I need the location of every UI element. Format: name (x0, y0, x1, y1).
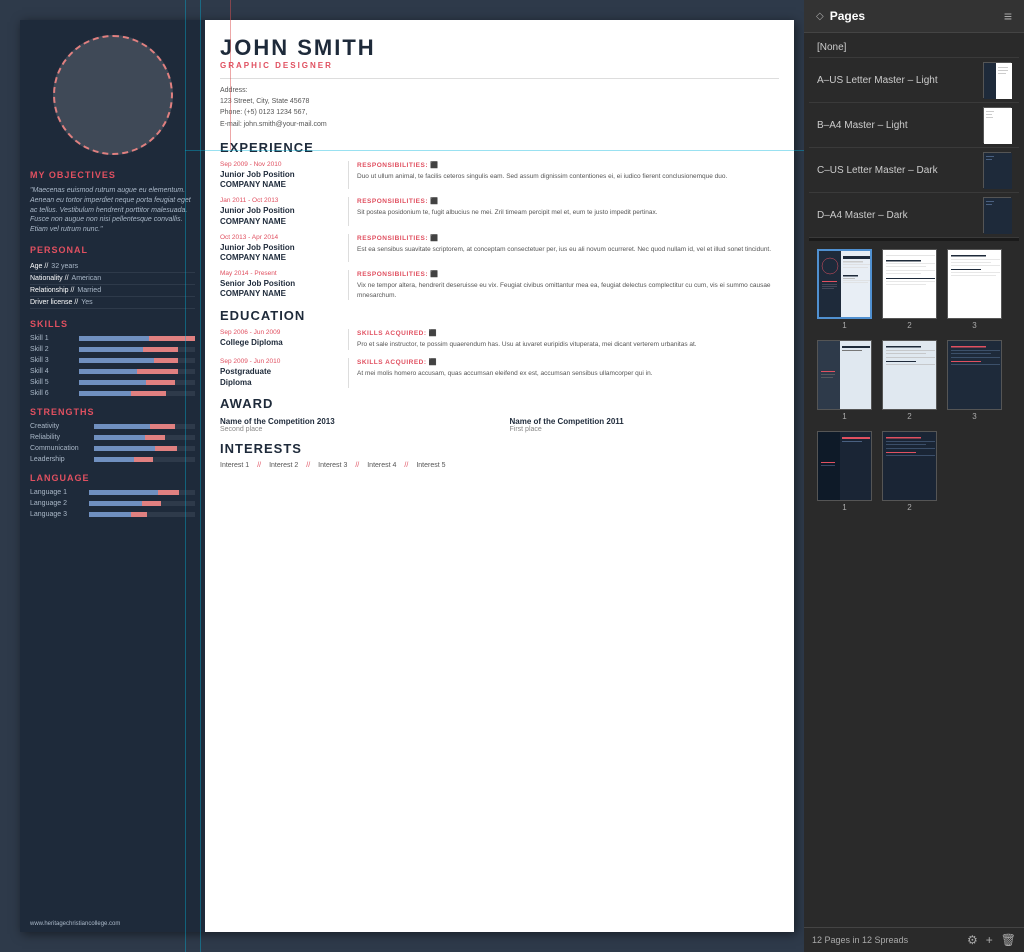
contact-info: Address: 123 Street, City, State 45678 P… (220, 78, 779, 130)
pages-count: 12 Pages in 12 Spreads (812, 935, 908, 945)
bottom-icons: ⚙ + 🗑 (967, 933, 1016, 947)
resume-main: JOHN SMITH GRAPHIC DESIGNER Address: 123… (205, 20, 794, 932)
thumb-d-dark (983, 197, 1011, 233)
page-thumb-5[interactable] (882, 340, 937, 410)
resume-area: MY OBJECTIVES "Maecenas euismod rutrum a… (0, 0, 804, 952)
master-page-d-dark[interactable]: D–A4 Master – Dark (809, 193, 1019, 238)
language-3: Language 3 (30, 511, 195, 518)
thumb-a-light (983, 62, 1011, 98)
resume-job-title: GRAPHIC DESIGNER (220, 61, 779, 70)
page-thumb-3[interactable] (947, 249, 1002, 319)
page-thumb-4[interactable] (817, 340, 872, 410)
page-thumb-col-1: 1 (817, 249, 872, 330)
delete-page-icon[interactable]: 🗑 (1001, 933, 1016, 947)
edu-entry-1: Sep 2006 - Jun 2009 College Diploma SKIL… (220, 329, 779, 350)
edu-entry-2: Sep 2009 - Jun 2010 PostgraduateDiploma … (220, 358, 779, 388)
exp-entry-4: May 2014 - Present Senior Job Position C… (220, 270, 779, 301)
skill-4: Skill 4 (30, 368, 195, 375)
page-thumb-col-6: 3 (947, 340, 1002, 421)
page-thumb-col-5: 2 (882, 340, 937, 421)
objectives-text: "Maecenas euismod rutrum augue eu elemen… (30, 186, 195, 235)
add-page-icon[interactable]: + (986, 933, 993, 947)
page-thumb-6[interactable] (947, 340, 1002, 410)
skills-title: SKILLS (30, 319, 195, 329)
strength-communication: Communication (30, 445, 195, 452)
experience-title: EXPERIENCE (220, 140, 779, 155)
pages-scroll-area[interactable]: [None] A–US Letter Master – Light B–A4 M… (804, 33, 1024, 927)
page-thumb-8[interactable] (882, 431, 937, 501)
personal-title: PERSONAL (30, 245, 195, 255)
master-page-b-light[interactable]: B–A4 Master – Light (809, 103, 1019, 148)
resume-page: MY OBJECTIVES "Maecenas euismod rutrum a… (20, 20, 794, 932)
personal-relationship: Relationship // Married (30, 285, 195, 297)
page-thumb-num-1: 1 (842, 321, 846, 330)
resume-sidebar: MY OBJECTIVES "Maecenas euismod rutrum a… (20, 20, 205, 932)
pages-bottom-bar: 12 Pages in 12 Spreads ⚙ + 🗑 (804, 927, 1024, 952)
language-1: Language 1 (30, 489, 195, 496)
page-option-none[interactable]: [None] (809, 38, 1019, 58)
strength-creativity: Creativity (30, 423, 195, 430)
award-item-1: Name of the Competition 2013 Second plac… (220, 417, 490, 433)
pages-arrow-icon: ◇ (816, 11, 824, 22)
master-page-c-dark[interactable]: C–US Letter Master – Dark (809, 148, 1019, 193)
page-thumb-num-7: 1 (842, 503, 846, 512)
page-thumb-7[interactable] (817, 431, 872, 501)
interests-row: Interest 1 // Interest 2 // Interest 3 /… (220, 462, 779, 469)
education-title: EDUCATION (220, 308, 779, 323)
interests-title: INTERESTS (220, 441, 779, 456)
objectives-title: MY OBJECTIVES (30, 170, 195, 180)
skill-3: Skill 3 (30, 357, 195, 364)
skill-2: Skill 2 (30, 346, 195, 353)
photo-placeholder (53, 35, 173, 155)
app-container: MY OBJECTIVES "Maecenas euismod rutrum a… (0, 0, 1024, 952)
personal-driver: Driver license // Yes (30, 297, 195, 309)
page-thumb-1[interactable] (817, 249, 872, 319)
page-thumb-num-5: 2 (907, 412, 911, 421)
website: www.heritagechristiancollege.com (30, 921, 120, 927)
resume-name: JOHN SMITH (220, 35, 779, 61)
language-title: LANGUAGE (30, 473, 195, 483)
page-thumb-num-8: 2 (907, 503, 911, 512)
page-thumb-num-6: 3 (972, 412, 976, 421)
skill-1: Skill 1 (30, 335, 195, 342)
page-thumb-col-7: 1 (817, 431, 872, 512)
thumb-c-dark (983, 152, 1011, 188)
page-thumb-num-4: 1 (842, 412, 846, 421)
award-title: AWARD (220, 396, 779, 411)
exp-entry-2: Jan 2011 - Oct 2013 Junior Job Position … (220, 197, 779, 225)
pages-menu-icon[interactable]: ≡ (1004, 8, 1012, 24)
skill-6: Skill 6 (30, 390, 195, 397)
award-item-2: Name of the Competition 2011 First place (510, 417, 780, 433)
page-thumb-col-8: 2 (882, 431, 937, 512)
pages-grid-section: 1 (809, 241, 1019, 520)
pages-panel-title: Pages (830, 9, 865, 23)
exp-entry-3: Oct 2013 - Apr 2014 Junior Job Position … (220, 234, 779, 262)
page-thumb-col-4: 1 (817, 340, 872, 421)
personal-nationality: Nationality // American (30, 273, 195, 285)
language-2: Language 2 (30, 500, 195, 507)
page-thumb-col-3: 3 (947, 249, 1002, 330)
exp-entry-1: Sep 2009 - Nov 2010 Junior Job Position … (220, 161, 779, 189)
strengths-title: STRENGTHS (30, 407, 195, 417)
page-thumb-num-3: 3 (972, 321, 976, 330)
pages-panel-header: ◇ Pages ≡ (804, 0, 1024, 33)
skill-5: Skill 5 (30, 379, 195, 386)
strength-reliability: Reliability (30, 434, 195, 441)
page-thumb-2[interactable] (882, 249, 937, 319)
page-settings-icon[interactable]: ⚙ (967, 933, 978, 947)
master-page-a-light[interactable]: A–US Letter Master – Light (809, 58, 1019, 103)
page-thumb-num-2: 2 (907, 321, 911, 330)
page-thumb-col-2: 2 (882, 249, 937, 330)
personal-age: Age // 32 years (30, 261, 195, 273)
pages-panel: ◇ Pages ≡ [None] A–US Letter Master – Li… (804, 0, 1024, 952)
award-row: Name of the Competition 2013 Second plac… (220, 417, 779, 433)
thumb-b-light (983, 107, 1011, 143)
strength-leadership: Leadership (30, 456, 195, 463)
